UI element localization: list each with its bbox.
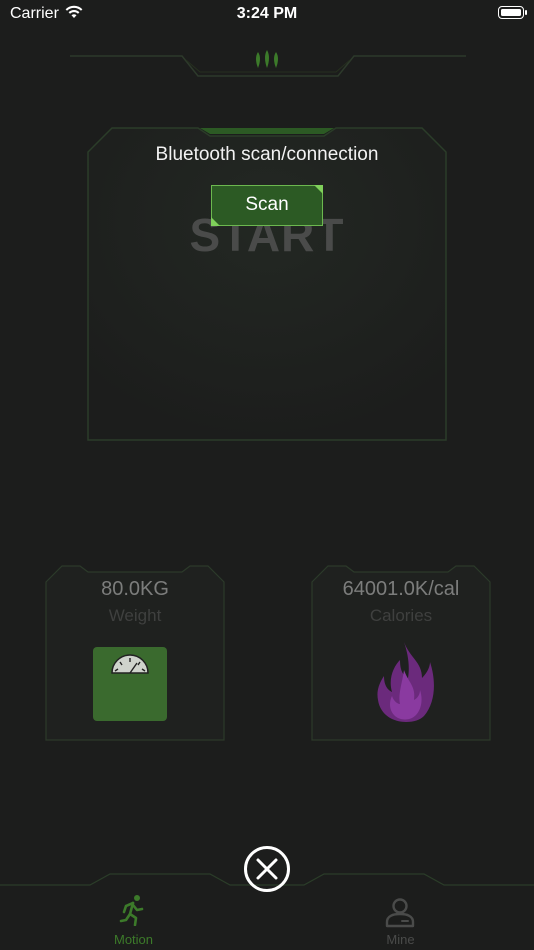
status-bar: Carrier 3:24 PM <box>0 0 534 30</box>
calories-value: 64001.0K/cal <box>342 578 460 600</box>
weight-value: 80.0KG <box>101 578 169 600</box>
tab-mine[interactable]: Mine <box>267 884 534 950</box>
battery-icon <box>498 6 527 19</box>
tab-motion[interactable]: Motion <box>0 884 267 950</box>
calories-label: Calories <box>369 606 433 625</box>
tab-mine-label: Mine <box>386 932 415 947</box>
flame-icon <box>374 640 436 729</box>
tab-bar: Motion Mine <box>0 884 534 950</box>
status-time: 3:24 PM <box>236 5 298 22</box>
scan-button[interactable]: Scan <box>211 185 323 226</box>
decorative-frames <box>0 50 534 886</box>
person-icon <box>385 898 415 928</box>
scale-icon <box>93 647 167 721</box>
droplets-icon <box>256 50 278 68</box>
running-icon <box>119 895 144 926</box>
tab-motion-label: Motion <box>113 932 154 947</box>
scan-panel-title: Bluetooth scan/connection <box>155 144 379 165</box>
scan-button-label: Scan <box>245 194 289 215</box>
weight-label: Weight <box>108 606 162 625</box>
